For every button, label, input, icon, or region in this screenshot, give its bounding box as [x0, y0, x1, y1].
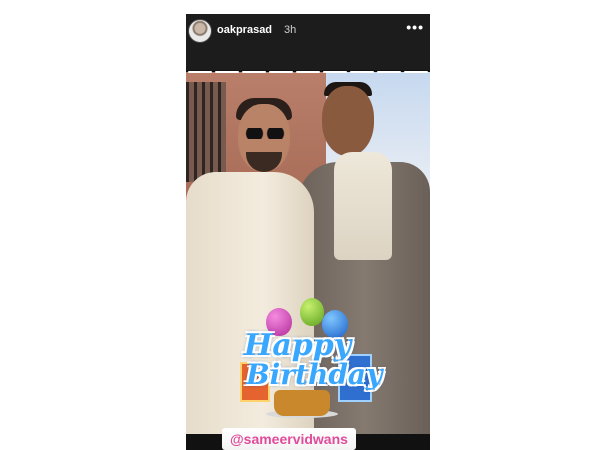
user-avatar[interactable] [188, 19, 212, 43]
person-right-scarf [334, 152, 392, 260]
person-right-head [322, 86, 374, 156]
progress-segment [404, 71, 428, 73]
sticker-birthday: Birthday [246, 358, 383, 391]
story-progress [188, 71, 428, 74]
story-header: oakprasad 3h ••• [186, 14, 430, 70]
birthday-cake [274, 390, 330, 416]
balloon-green [300, 298, 324, 326]
story-photo[interactable]: Happy Birthday [186, 72, 430, 434]
progress-segment [188, 71, 212, 73]
story-time: 3h [284, 24, 297, 36]
photo-window-grill [186, 82, 226, 182]
mention-tag[interactable]: @sameervidwans [222, 428, 356, 450]
progress-segment [269, 71, 293, 73]
progress-segment [242, 71, 266, 73]
progress-segment [296, 71, 320, 73]
story-viewer[interactable]: oakprasad 3h ••• Happy Birthday @sameerv… [186, 14, 430, 450]
sunglasses [244, 128, 286, 139]
progress-segment [350, 71, 374, 73]
progress-segment [377, 71, 401, 73]
more-dots-icon[interactable]: ••• [406, 19, 424, 35]
story-username[interactable]: oakprasad [217, 24, 272, 36]
progress-segment [323, 71, 347, 73]
progress-segment [215, 71, 239, 73]
